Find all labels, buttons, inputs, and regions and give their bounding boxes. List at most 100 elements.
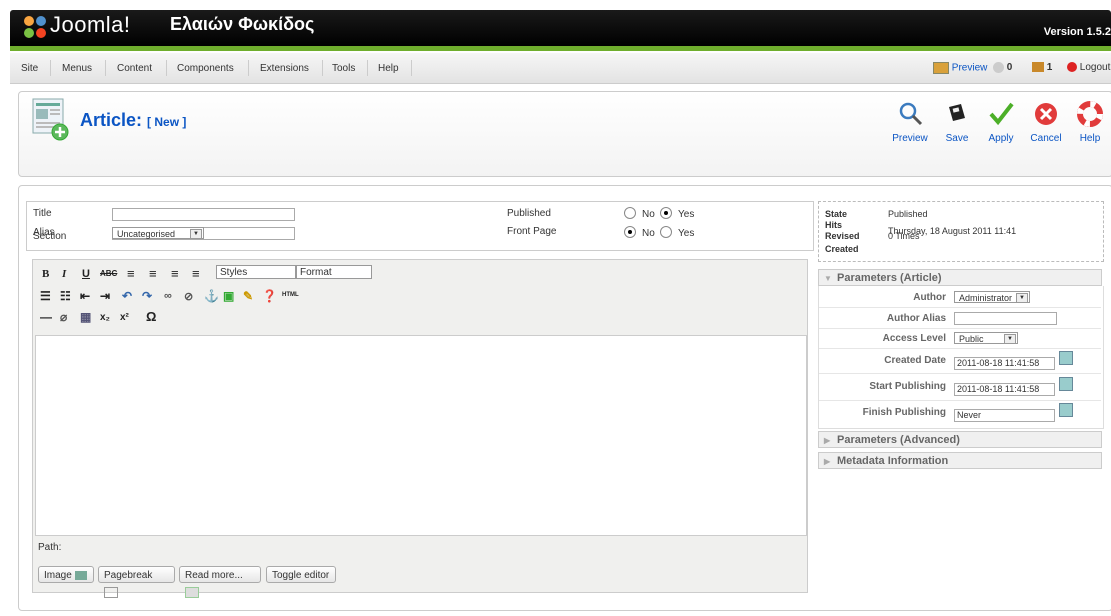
align-left-icon[interactable]: ≡ [127, 266, 135, 281]
calendar-icon[interactable] [1059, 403, 1073, 417]
parameters-advanced-toggle[interactable]: ▶ Parameters (Advanced) [818, 431, 1102, 448]
align-justify-icon[interactable]: ≡ [192, 266, 200, 281]
indent-icon[interactable]: ⇥ [100, 289, 110, 303]
author-select[interactable]: Administrator ▼ [954, 291, 1030, 303]
published-no-label: No [642, 209, 655, 220]
state-value: Published [888, 209, 928, 219]
align-center-icon[interactable]: ≡ [149, 266, 157, 281]
menu-help[interactable]: Help [378, 63, 399, 74]
cancel-button[interactable]: Cancel [1024, 100, 1068, 144]
title-input[interactable] [112, 208, 295, 221]
published-yes-label: Yes [678, 209, 695, 220]
access-level-select[interactable]: Public ▼ [954, 332, 1018, 344]
disk-icon [949, 104, 965, 121]
html-source-icon[interactable]: HTML [282, 292, 299, 298]
redo-icon[interactable]: ↷ [142, 289, 152, 303]
state-label: State [825, 209, 848, 219]
chevron-down-icon: ▼ [1016, 293, 1028, 303]
frontpage-yes-radio[interactable] [660, 226, 672, 238]
finish-publishing-input[interactable]: Never [954, 409, 1055, 422]
logout-link[interactable]: Logout [1067, 62, 1110, 73]
admin-menu-bar: Site Menus Content Components Extensions… [10, 53, 1111, 84]
start-publishing-input[interactable]: 2011-08-18 11:41:58 [954, 383, 1055, 396]
help-button[interactable]: Help [1068, 100, 1111, 144]
triangle-right-icon: ▶ [824, 436, 831, 445]
menu-extensions[interactable]: Extensions [260, 63, 309, 74]
strikethrough-icon[interactable]: ABC [100, 269, 117, 278]
special-char-icon[interactable]: Ω [146, 309, 156, 324]
outdent-icon[interactable]: ⇤ [80, 289, 90, 303]
hits-label: Hits [825, 220, 843, 230]
online-users-status[interactable]: 1 [1032, 62, 1052, 73]
start-publishing-label: Start Publishing [869, 381, 946, 392]
editor-content-area[interactable] [35, 335, 807, 536]
table-icon[interactable]: ▦ [80, 310, 91, 324]
italic-icon[interactable]: I [62, 268, 66, 280]
pagebreak-button[interactable]: Pagebreak [98, 566, 175, 598]
published-label: Published [507, 208, 551, 219]
version-label: Version 1.5.2 [1043, 26, 1111, 38]
preview-status-link[interactable]: Preview [933, 62, 987, 74]
author-alias-label: Author Alias [886, 313, 946, 324]
published-yes-radio[interactable] [660, 207, 672, 219]
styles-select[interactable]: Styles [216, 265, 296, 279]
power-icon [1067, 62, 1077, 73]
readmore-icon [185, 586, 199, 598]
bullet-list-icon[interactable]: ☰ [40, 289, 51, 303]
link-icon[interactable]: ∞ [164, 290, 172, 302]
cleanup-icon[interactable]: ✎ [243, 289, 253, 303]
header-accent-stripe [10, 46, 1111, 51]
finish-publishing-label: Finish Publishing [862, 407, 946, 418]
access-level-label: Access Level [882, 333, 946, 344]
underline-icon[interactable]: U [82, 268, 90, 280]
horizontal-rule-icon[interactable]: — [40, 310, 52, 324]
menu-content[interactable]: Content [117, 63, 152, 74]
author-alias-input[interactable] [954, 312, 1057, 325]
triangle-down-icon: ▼ [824, 274, 832, 283]
messages-status[interactable]: 0 [993, 62, 1012, 73]
mail-icon [993, 62, 1004, 73]
calendar-icon[interactable] [1059, 351, 1073, 365]
apply-button[interactable]: Apply [979, 100, 1023, 144]
subscript-icon[interactable]: x₂ [100, 312, 110, 323]
parameters-article-toggle[interactable]: ▼ Parameters (Article) [818, 269, 1102, 286]
title-label: Title [33, 208, 52, 219]
preview-button[interactable]: Preview [888, 100, 932, 144]
created-value: Thursday, 18 August 2011 11:41 [888, 226, 1017, 236]
help-icon[interactable]: ❓ [262, 289, 277, 303]
published-no-radio[interactable] [624, 207, 636, 219]
format-select[interactable]: Format [296, 265, 372, 279]
calendar-icon[interactable] [1059, 377, 1073, 391]
created-date-label: Created Date [884, 355, 946, 366]
metadata-information-toggle[interactable]: ▶ Metadata Information [818, 452, 1102, 469]
menu-tools[interactable]: Tools [332, 63, 355, 74]
section-label: Section [33, 231, 67, 242]
section-select[interactable]: Uncategorised ▼ [112, 227, 204, 239]
menu-menus[interactable]: Menus [62, 63, 92, 74]
menu-site[interactable]: Site [21, 63, 38, 74]
align-right-icon[interactable]: ≡ [171, 266, 179, 281]
remove-format-icon[interactable]: ⌀ [60, 310, 67, 324]
save-button[interactable]: Save [935, 100, 979, 144]
article-add-icon [32, 98, 69, 141]
frontpage-label: Front Page [507, 226, 557, 237]
page-title: Article: [ New ] [80, 110, 187, 130]
frontpage-no-label: No [642, 228, 655, 239]
image-icon [74, 570, 87, 580]
menu-components[interactable]: Components [177, 63, 234, 74]
superscript-icon[interactable]: x² [120, 312, 129, 323]
created-label: Created [825, 244, 859, 254]
bold-icon[interactable]: B [42, 268, 49, 280]
toggle-editor-button[interactable]: Toggle editor [266, 566, 336, 583]
undo-icon[interactable]: ↶ [122, 289, 132, 303]
insert-image-button[interactable]: Image [38, 566, 94, 583]
image-icon[interactable]: ▣ [223, 289, 234, 303]
monitor-icon [933, 62, 949, 74]
numbered-list-icon[interactable]: ☷ [60, 289, 71, 303]
frontpage-no-radio[interactable] [624, 226, 636, 238]
anchor-icon[interactable]: ⚓ [204, 289, 219, 303]
revised-label: Revised [825, 231, 860, 241]
unlink-icon[interactable]: ⊘ [184, 290, 193, 303]
read-more-button[interactable]: Read more... [179, 566, 261, 598]
created-date-input[interactable]: 2011-08-18 11:41:58 [954, 357, 1055, 370]
